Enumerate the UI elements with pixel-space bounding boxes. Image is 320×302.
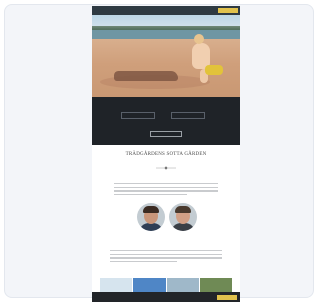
band-read-more-link[interactable] [150,131,182,137]
host-avatar-left [137,203,165,231]
text-line [110,260,178,263]
gallery-photo[interactable] [166,278,199,292]
host-avatar-right [169,203,197,231]
intro-paragraph [114,183,218,197]
lake-water [92,30,240,39]
cookie-accept-button[interactable] [217,294,237,300]
nav-cta-button[interactable] [218,8,238,13]
booking-band [92,97,240,145]
text-line [110,250,222,252]
gallery-photo[interactable] [133,278,166,292]
photo-gallery [100,278,232,292]
hero-image [92,15,240,97]
band-button-right[interactable] [171,112,205,119]
avatar-hair [175,206,191,213]
site-nav [92,6,240,15]
child-head [194,34,204,44]
avatar-hair [143,206,159,213]
band-button-left[interactable] [121,112,155,119]
text-line [110,257,222,259]
website-screenshot-thumbnail[interactable]: TRÄDGÅRDENS SOTTA GÅRDEN [92,6,240,302]
text-line [110,253,222,255]
gallery-photo[interactable] [100,278,133,292]
page-title: TRÄDGÅRDENS SOTTA GÅRDEN [125,152,207,157]
text-line [114,193,187,196]
cookie-banner [92,292,240,302]
sand-castle [114,71,178,81]
child-shorts [205,65,223,75]
gallery-photo[interactable] [199,278,232,292]
text-line [114,190,218,192]
about-paragraph [110,250,222,264]
text-line [114,186,218,188]
divider-ornament-icon [156,166,176,170]
text-line [114,183,218,185]
